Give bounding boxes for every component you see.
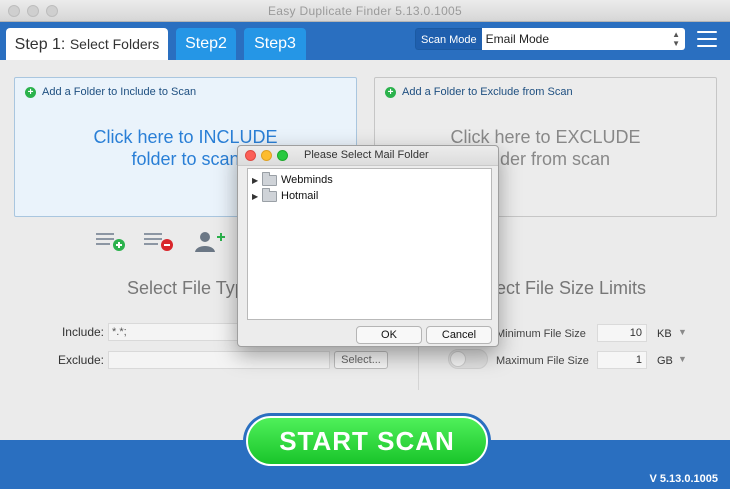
add-user-icon[interactable] [193,230,227,252]
max-size-unit[interactable]: GB [657,355,673,367]
max-size-label: Maximum File Size [496,355,589,367]
mail-folder-tree[interactable]: ▶ Webminds ▶ Hotmail [247,168,492,320]
tree-item-label: Webminds [281,174,333,186]
exclude-panel-header: Add a Folder to Exclude from Scan [402,86,573,98]
dialog-minimize-button[interactable] [261,150,272,161]
folder-icon [262,187,277,202]
window-title: Easy Duplicate Finder 5.13.0.1005 [267,4,462,18]
version-label: V 5.13.0.1005 [649,473,718,485]
header-bar: Step 1: Select Folders Step2 Step3 Scan … [0,22,730,60]
cancel-button[interactable]: Cancel [426,326,492,344]
hamburger-menu-icon[interactable] [697,31,717,47]
start-scan-label: START SCAN [246,416,488,466]
expand-triangle-icon[interactable]: ▶ [252,176,262,185]
tree-item-hotmail[interactable]: ▶ Hotmail [252,187,319,203]
plus-circle-icon: + [25,86,36,98]
remove-list-icon[interactable] [142,230,176,252]
min-unit-dropdown-icon[interactable]: ▼ [678,327,687,337]
plus-circle-icon: + [385,86,396,98]
scan-mode-value: Email Mode [485,32,550,46]
scan-mode-select[interactable]: Email Mode ▲ ▼ [481,28,685,50]
exclude-types-input[interactable] [108,351,330,369]
tab-step1-name: Select Folders [69,36,160,52]
folder-icon [262,171,277,186]
start-scan-button[interactable]: START SCAN [243,413,491,469]
dialog-title: Please Select Mail Folder [304,149,429,161]
tab-step2[interactable]: Step2 [176,28,236,60]
max-size-toggle[interactable] [448,349,488,369]
add-list-icon[interactable] [94,230,128,252]
scan-mode-selector[interactable]: Scan Mode Email Mode ▲ ▼ [415,28,685,50]
expand-triangle-icon[interactable]: ▶ [252,192,262,201]
max-unit-dropdown-icon[interactable]: ▼ [678,354,687,364]
ok-button[interactable]: OK [356,326,422,344]
tab-step1-number: Step 1: [14,36,66,53]
tab-step3[interactable]: Step3 [244,28,306,60]
updown-arrows-icon: ▲ ▼ [672,30,680,48]
dialog-zoom-button[interactable] [277,150,288,161]
tab-step1[interactable]: Step 1: Select Folders [6,28,168,60]
min-size-input[interactable]: 10 [597,324,647,342]
select-mail-folder-dialog: Please Select Mail Folder ▶ Webminds ▶ H… [237,145,499,347]
include-types-label: Include: [61,325,104,339]
scan-mode-label: Scan Mode [415,28,482,50]
dialog-title-bar: Please Select Mail Folder [238,146,498,166]
min-size-unit[interactable]: KB [657,328,672,340]
tree-item-label: Hotmail [281,190,319,202]
include-types-input[interactable]: *.*; [108,323,240,341]
title-bar: Easy Duplicate Finder 5.13.0.1005 [0,0,730,22]
tree-item-webminds[interactable]: ▶ Webminds [252,171,333,187]
max-size-input[interactable]: 1 [597,351,647,369]
select-types-button[interactable]: Select... [334,351,388,369]
min-size-label: Minimum File Size [496,328,586,340]
dialog-close-button[interactable] [245,150,256,161]
exclude-types-label: Exclude: [57,353,104,367]
include-panel-header: Add a Folder to Include to Scan [42,86,197,98]
